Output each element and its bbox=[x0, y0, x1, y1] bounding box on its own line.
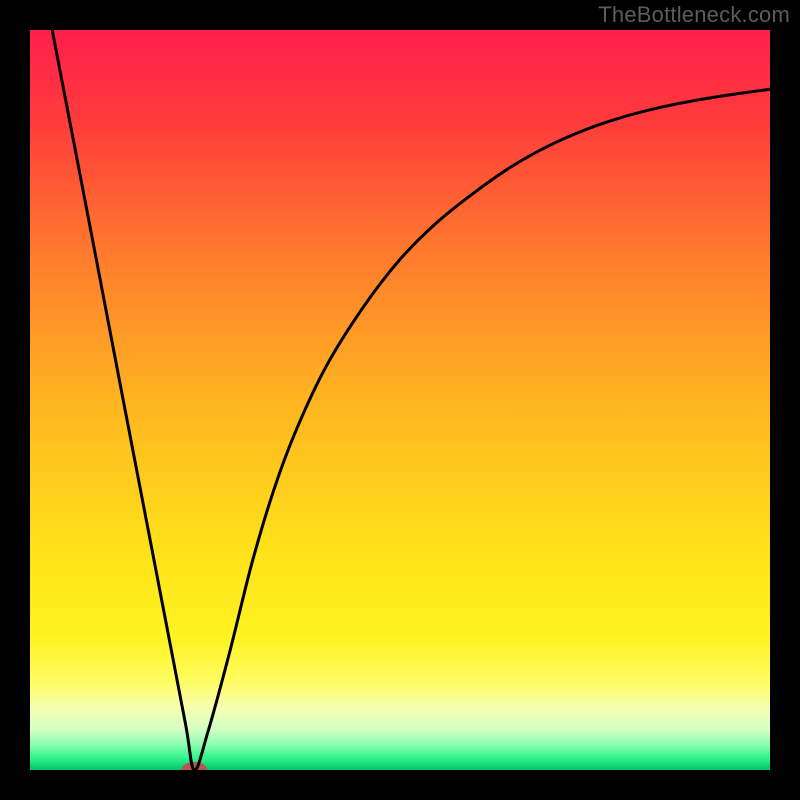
chart-frame: TheBottleneck.com bbox=[0, 0, 800, 800]
plot-area bbox=[30, 30, 770, 770]
chart-svg bbox=[30, 30, 770, 770]
gradient-background bbox=[30, 30, 770, 770]
watermark-text: TheBottleneck.com bbox=[598, 2, 790, 28]
